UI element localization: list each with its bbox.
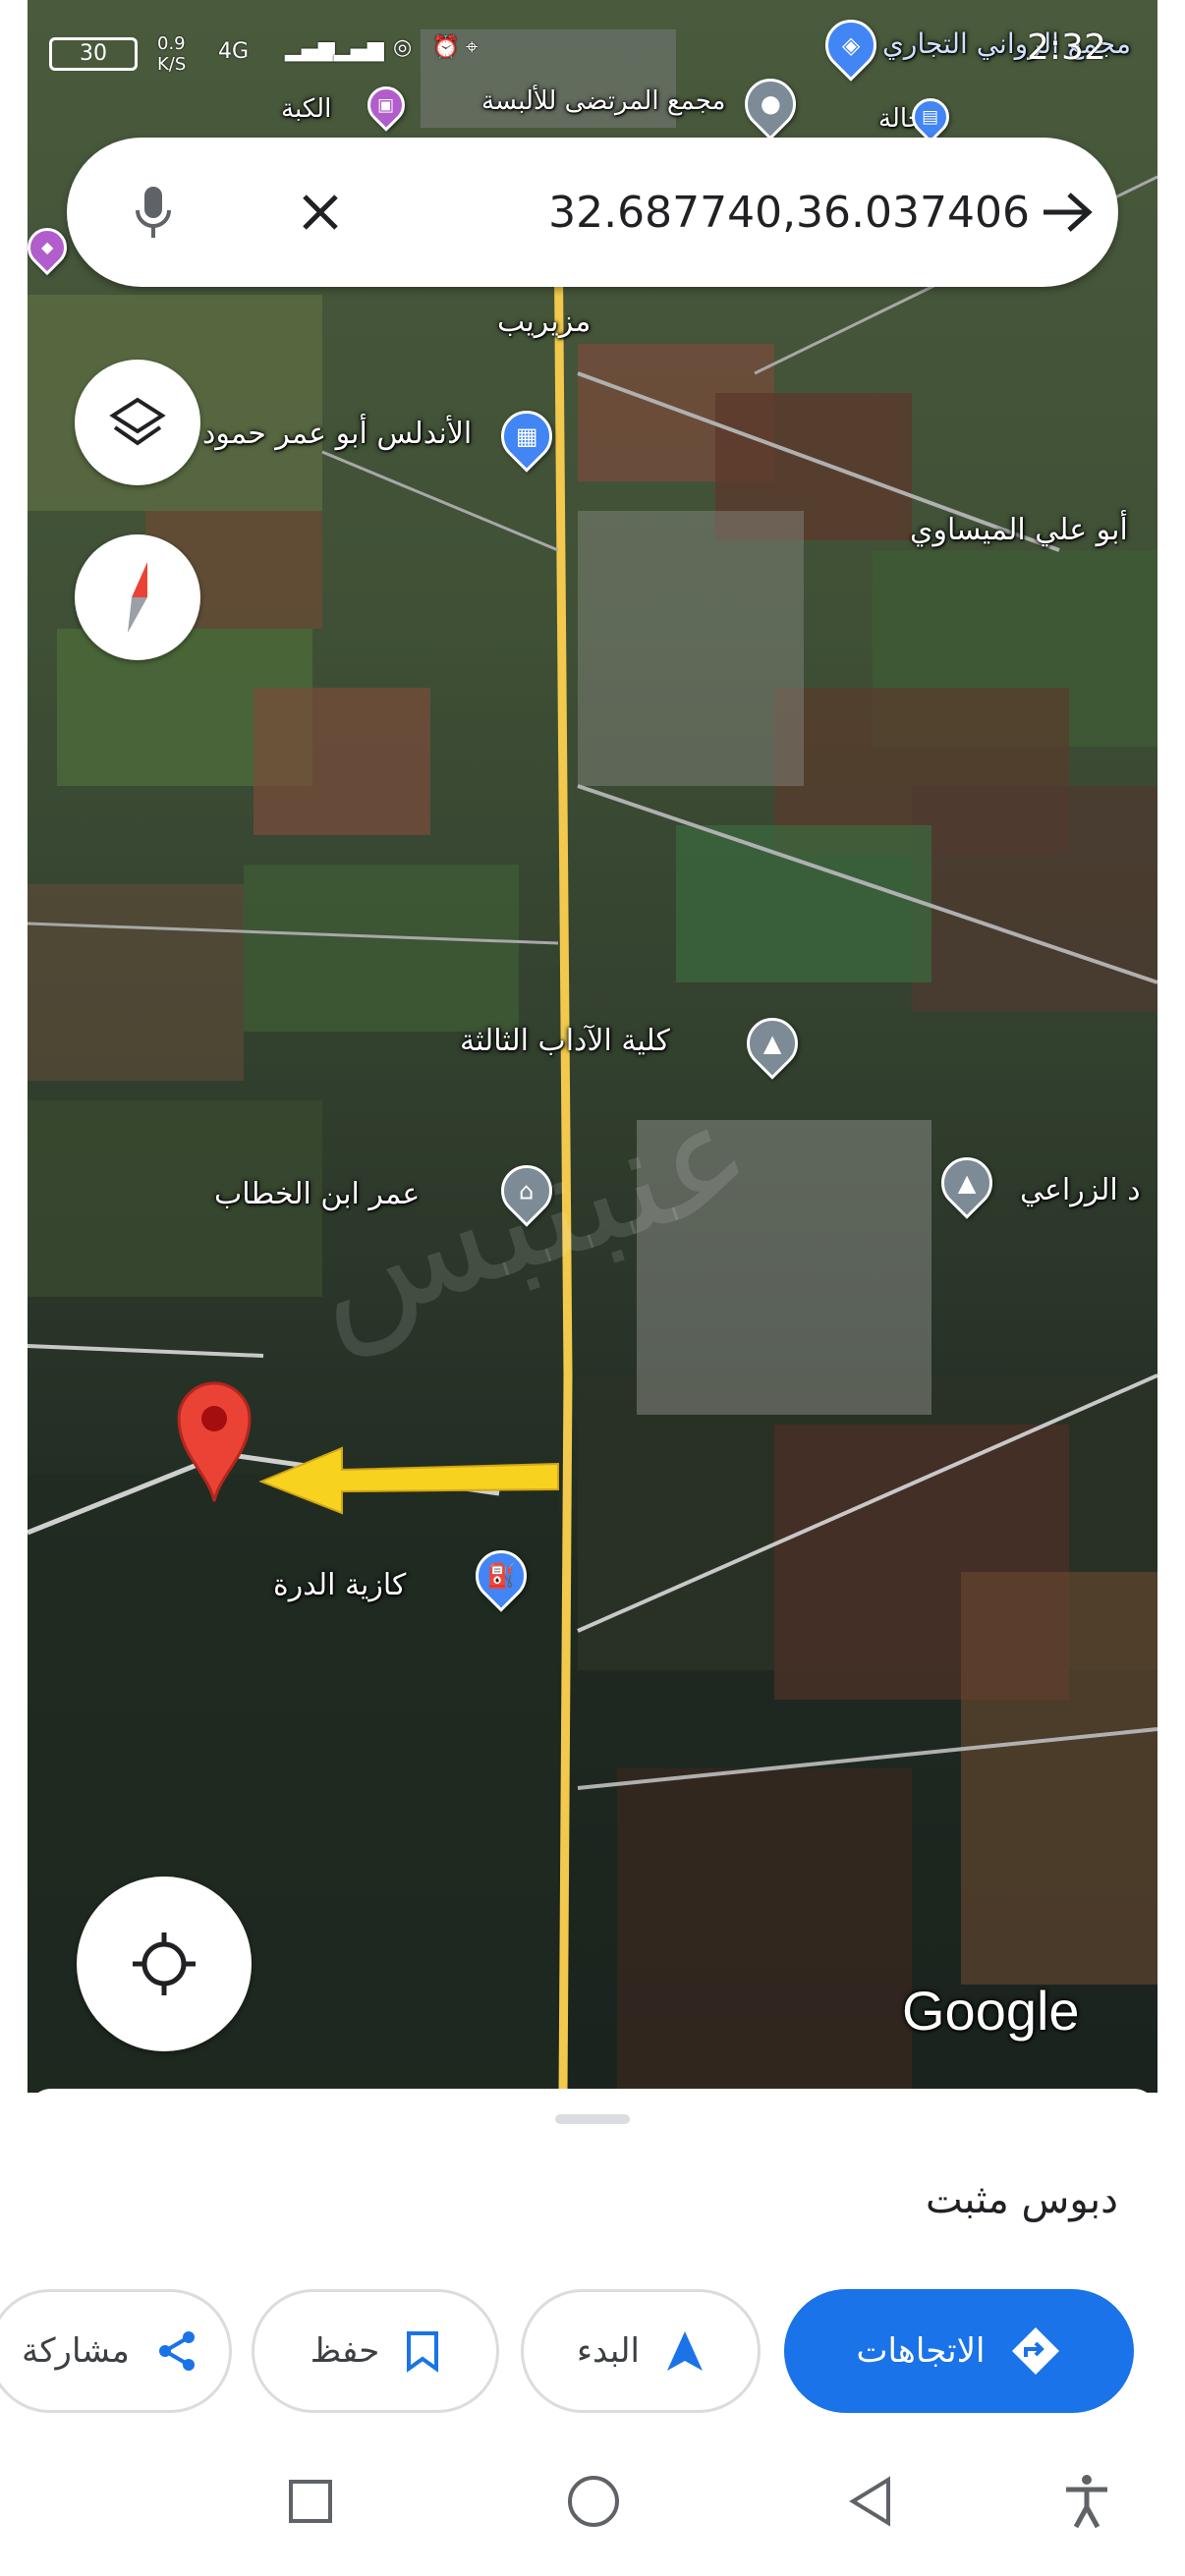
satellite-map[interactable]: عنبتبس مجمع الرواني التجاري ◈ مجمع المرت… bbox=[28, 0, 1157, 2093]
system-nav-bar bbox=[0, 2427, 1185, 2576]
navigation-arrow-icon bbox=[666, 2331, 703, 2371]
mic-icon[interactable] bbox=[116, 175, 191, 250]
share-icon bbox=[158, 2331, 195, 2371]
back-button[interactable] bbox=[831, 2462, 910, 2541]
search-bar[interactable] bbox=[67, 138, 1118, 287]
map-label-college[interactable]: كلية الآداب الثالثة bbox=[460, 1024, 670, 1058]
share-button[interactable]: مشاركة bbox=[0, 2289, 232, 2413]
dropped-pin-icon[interactable] bbox=[175, 1375, 254, 1503]
layers-icon bbox=[109, 397, 166, 446]
search-input[interactable] bbox=[401, 177, 1030, 248]
network-type: 4G bbox=[218, 39, 250, 64]
screen: عنبتبس مجمع الرواني التجاري ◈ مجمع المرت… bbox=[0, 0, 1185, 2576]
start-button[interactable]: البدء bbox=[521, 2289, 761, 2413]
directions-label: الاتجاهات bbox=[856, 2331, 986, 2371]
bookmark-icon bbox=[407, 2331, 439, 2373]
share-label: مشاركة bbox=[22, 2331, 130, 2371]
accessibility-icon bbox=[1066, 2475, 1107, 2529]
square-icon bbox=[289, 2480, 332, 2523]
clock: 2:32 bbox=[1027, 28, 1106, 68]
pin-title: دبوس مثبت bbox=[926, 2177, 1118, 2222]
map-label-gas[interactable]: كازية الدرة bbox=[273, 1568, 406, 1602]
status-bar: 30 0.9 K/S 4G ▂▄▆ ▂▄▆ ◎ ⏰ ⌖ 2:32 bbox=[0, 0, 1185, 75]
my-location-icon bbox=[133, 1932, 196, 1995]
directions-icon bbox=[1012, 2327, 1060, 2375]
map-label-omar[interactable]: عمر ابن الخطاب bbox=[214, 1177, 420, 1211]
accessibility-button[interactable] bbox=[1047, 2462, 1126, 2541]
save-label: حفظ bbox=[310, 2331, 380, 2371]
google-attribution: Google bbox=[902, 1980, 1080, 2042]
compass-icon bbox=[128, 562, 147, 633]
location-status-icon: ⌖ bbox=[466, 35, 479, 60]
close-icon[interactable] bbox=[283, 175, 358, 250]
circle-icon bbox=[568, 2476, 619, 2527]
drag-handle[interactable] bbox=[555, 2114, 630, 2124]
annotation-arrow-icon bbox=[258, 1446, 559, 1515]
compass-button[interactable] bbox=[75, 534, 200, 660]
network-speed: 0.9 K/S bbox=[157, 33, 187, 75]
signal-icon-2: ▂▄▆ bbox=[334, 37, 384, 62]
map-label-top-2[interactable]: مجمع المرتضى للألبسة bbox=[481, 86, 725, 116]
start-label: البدء bbox=[577, 2331, 640, 2371]
hotspot-icon: ◎ bbox=[393, 35, 413, 60]
map-label-abu-ali[interactable]: أبو علي الميساوي bbox=[910, 513, 1128, 547]
alarm-icon: ⏰ bbox=[432, 35, 460, 60]
map-label-andalus[interactable]: الأندلس أبو عمر حمود bbox=[202, 417, 472, 451]
battery-indicator: 30 bbox=[49, 37, 138, 71]
directions-button[interactable]: الاتجاهات bbox=[784, 2289, 1134, 2413]
recent-apps-button[interactable] bbox=[271, 2462, 350, 2541]
arrow-forward-icon[interactable] bbox=[1030, 175, 1104, 250]
my-location-button[interactable] bbox=[77, 1876, 252, 2051]
map-label-agri[interactable]: د الزراعي bbox=[1020, 1173, 1141, 1207]
map-label-top-3[interactable]: الكبة bbox=[281, 94, 331, 124]
home-button[interactable] bbox=[554, 2462, 633, 2541]
layers-button[interactable] bbox=[75, 360, 200, 485]
back-triangle-icon bbox=[849, 2476, 890, 2527]
save-button[interactable]: حفظ bbox=[252, 2289, 499, 2413]
signal-icon: ▂▄▆ bbox=[285, 37, 335, 62]
map-label-town[interactable]: مزيريب bbox=[497, 305, 591, 339]
